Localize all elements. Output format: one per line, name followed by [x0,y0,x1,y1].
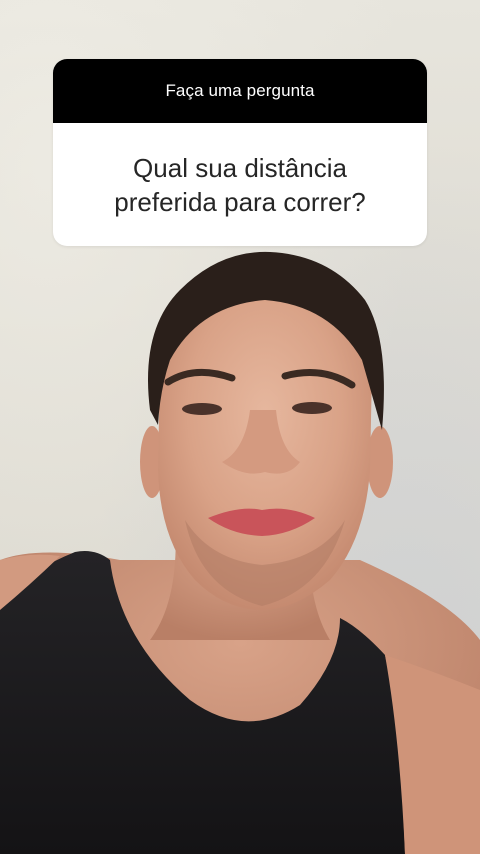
story-viewport: Faça uma pergunta Qual sua distância pre… [0,0,480,854]
question-text: Qual sua distância preferida para correr… [114,152,366,217]
right-ear [367,426,393,498]
left-eye [182,403,222,415]
question-sticker-body: Qual sua distância preferida para correr… [53,123,427,246]
question-sticker-header-label: Faça uma pergunta [165,81,315,100]
question-sticker[interactable]: Faça uma pergunta Qual sua distância pre… [53,59,427,246]
right-eye [292,402,332,414]
question-sticker-header: Faça uma pergunta [53,59,427,123]
